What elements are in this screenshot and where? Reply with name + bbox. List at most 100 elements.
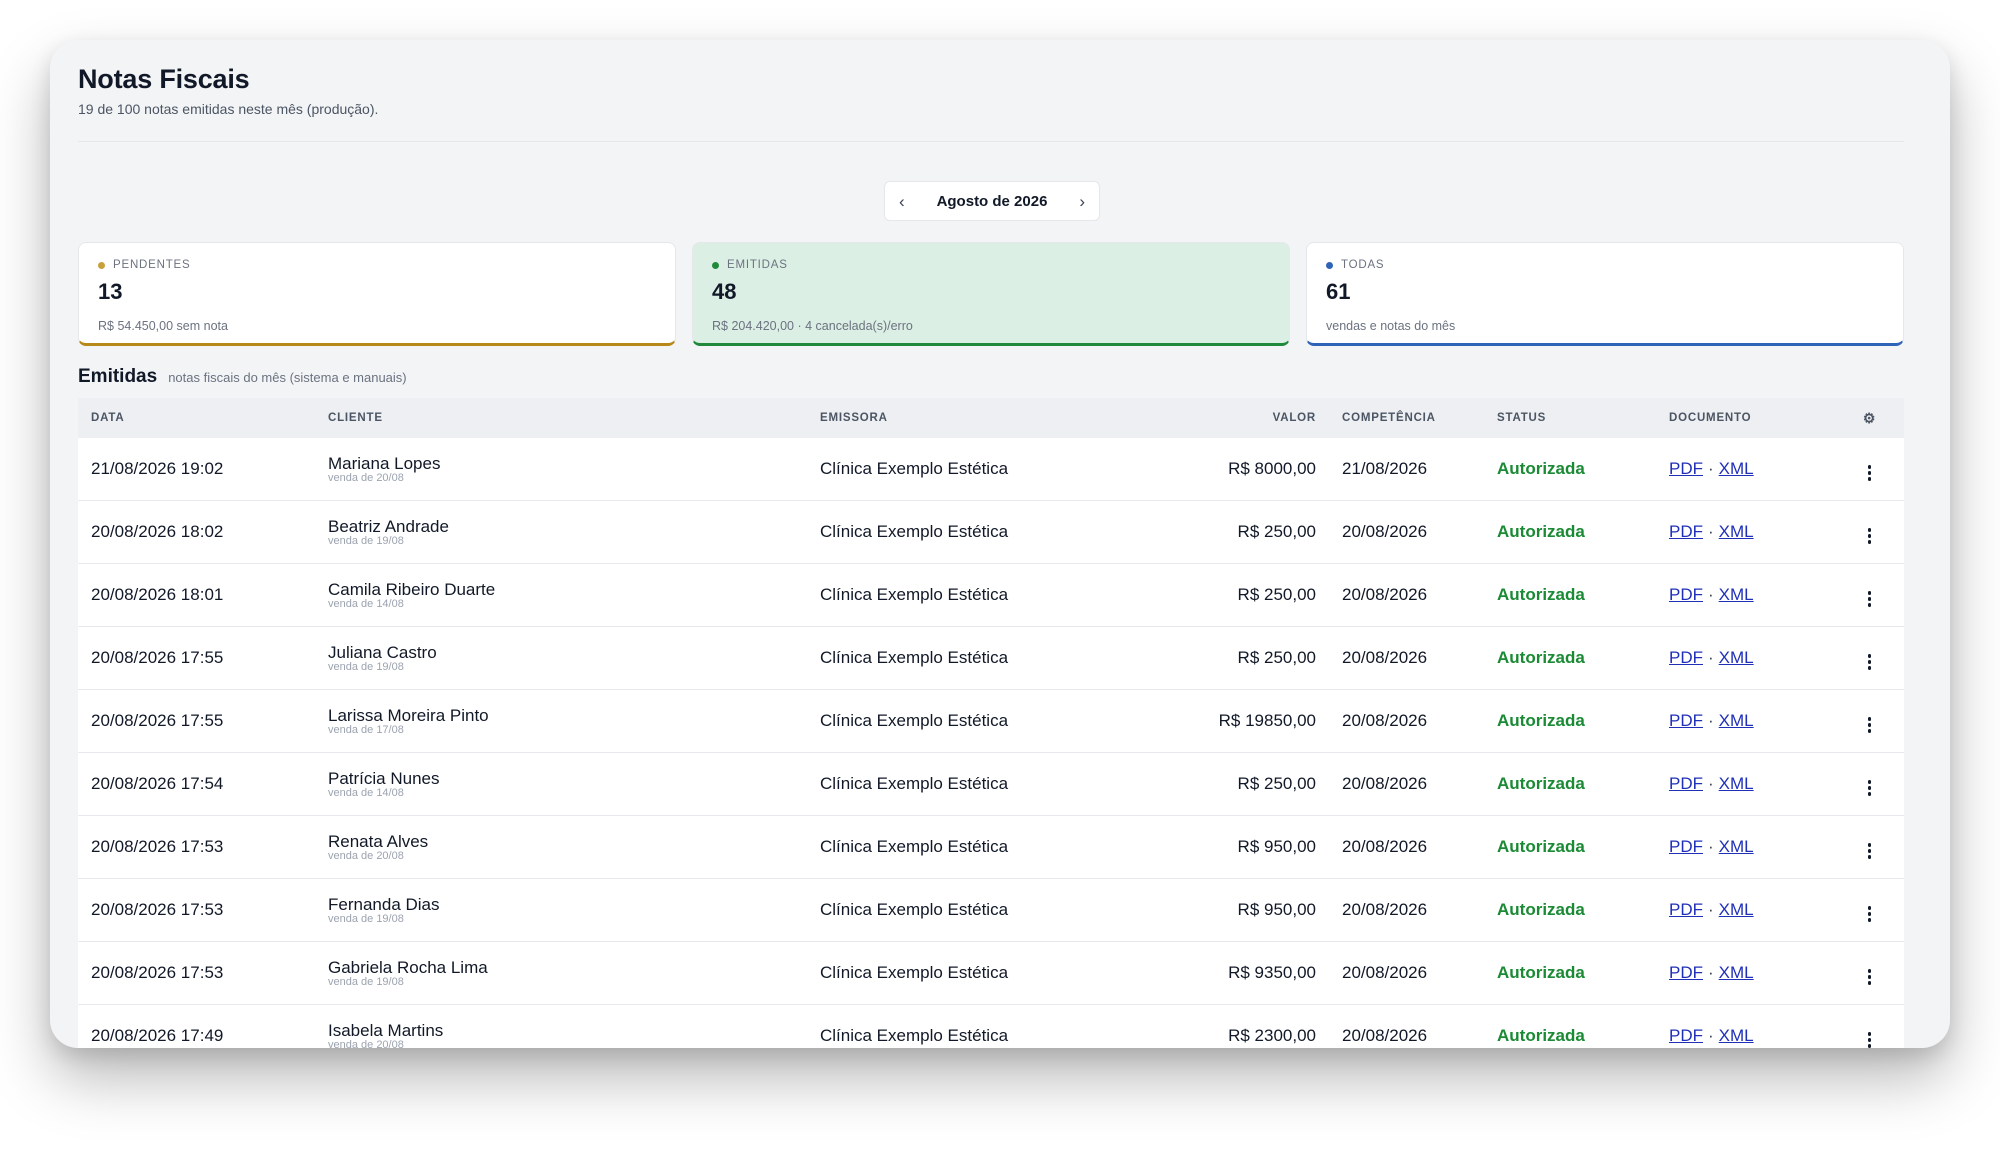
cell-competencia: 21/08/2026: [1342, 459, 1428, 478]
client-sale-date: venda de 14/08: [328, 786, 404, 799]
cell-client: Gabriela Rocha Lima venda de 19/08: [328, 958, 820, 988]
pdf-link[interactable]: PDF: [1669, 900, 1703, 919]
table-row[interactable]: 20/08/2026 17:55 Larissa Moreira Pinto ven…: [78, 690, 1904, 753]
cell-emissora: Clínica Exemplo Estética: [820, 522, 1009, 541]
xml-link[interactable]: XML: [1719, 585, 1754, 604]
page-subtitle: 19 de 100 notas emitidas neste mês (prod…: [78, 101, 379, 117]
cell-emissora: Clínica Exemplo Estética: [820, 711, 1009, 730]
client-name: Juliana Castro: [328, 642, 437, 662]
pdf-link[interactable]: PDF: [1669, 837, 1703, 856]
cell-client: Renata Alves venda de 20/08: [328, 832, 820, 862]
table-row[interactable]: 21/08/2026 19:02 Mariana Lopes venda de 20…: [78, 438, 1904, 501]
more-options-icon[interactable]: [1864, 713, 1876, 737]
cell-date: 20/08/2026 18:01: [91, 585, 224, 604]
card-subtext: vendas e notas do mês: [1326, 319, 1456, 333]
cell-documento: PDF · XML: [1669, 459, 1835, 479]
more-options-icon[interactable]: [1864, 776, 1876, 800]
section-subtitle: notas fiscais do mês (sistema e manuais): [168, 370, 407, 385]
card-emitidas[interactable]: EMITIDAS 48 R$ 204.420,00 · 4 cancelada(…: [692, 242, 1290, 346]
table-header: DATA CLIENTE EMISSORA VALOR COMPETÊNCIA …: [78, 398, 1904, 438]
chevron-right-icon[interactable]: ›: [1079, 193, 1085, 210]
cell-documento: PDF · XML: [1669, 900, 1835, 920]
client-name: Fernanda Dias: [328, 894, 440, 914]
table-row[interactable]: 20/08/2026 17:53 Renata Alves venda de 20/…: [78, 816, 1904, 879]
table-row[interactable]: 20/08/2026 18:01 Camila Ribeiro Duarte ven…: [78, 564, 1904, 627]
cell-competencia: 20/08/2026: [1342, 1026, 1428, 1045]
xml-link[interactable]: XML: [1719, 711, 1754, 730]
table-row[interactable]: 20/08/2026 17:53 Fernanda Dias venda de 19…: [78, 879, 1904, 942]
client-name: Mariana Lopes: [328, 453, 441, 473]
cell-client: Camila Ribeiro Duarte venda de 14/08: [328, 580, 820, 610]
pdf-link[interactable]: PDF: [1669, 774, 1703, 793]
xml-link[interactable]: XML: [1719, 900, 1754, 919]
link-separator: ·: [1708, 459, 1714, 478]
header-emissora[interactable]: EMISSORA: [820, 412, 1140, 424]
header-divider: [78, 141, 1904, 142]
header-status[interactable]: STATUS: [1497, 412, 1669, 424]
more-options-icon[interactable]: [1864, 1028, 1876, 1048]
client-sale-date: venda de 19/08: [328, 912, 404, 925]
header-data[interactable]: DATA: [78, 412, 328, 424]
card-pendentes[interactable]: PENDENTES 13 R$ 54.450,00 sem nota: [78, 242, 676, 346]
xml-link[interactable]: XML: [1719, 963, 1754, 982]
cell-date: 20/08/2026 17:55: [91, 648, 224, 667]
status-badge: Autorizada: [1497, 585, 1585, 604]
cell-actions: [1835, 769, 1904, 800]
cell-emissora: Clínica Exemplo Estética: [820, 585, 1009, 604]
cell-valor: R$ 8000,00: [1228, 459, 1316, 478]
cell-valor: R$ 19850,00: [1218, 711, 1316, 730]
xml-link[interactable]: XML: [1719, 774, 1754, 793]
chevron-left-icon[interactable]: ‹: [899, 193, 905, 210]
xml-link[interactable]: XML: [1719, 648, 1754, 667]
xml-link[interactable]: XML: [1719, 837, 1754, 856]
status-badge: Autorizada: [1497, 1026, 1585, 1045]
table-row[interactable]: 20/08/2026 17:55 Juliana Castro venda de 1…: [78, 627, 1904, 690]
pdf-link[interactable]: PDF: [1669, 522, 1703, 541]
cell-actions: [1835, 706, 1904, 737]
more-options-icon[interactable]: [1864, 965, 1876, 989]
pdf-link[interactable]: PDF: [1669, 585, 1703, 604]
more-options-icon[interactable]: [1864, 839, 1876, 863]
header-documento[interactable]: DOCUMENTO: [1669, 412, 1835, 424]
more-options-icon[interactable]: [1864, 461, 1876, 485]
cell-documento: PDF · XML: [1669, 522, 1835, 542]
table-row[interactable]: 20/08/2026 17:49 Isabela Martins venda de …: [78, 1005, 1904, 1048]
table-row[interactable]: 20/08/2026 17:53 Gabriela Rocha Lima venda…: [78, 942, 1904, 1005]
month-label[interactable]: Agosto de 2026: [937, 193, 1048, 210]
pdf-link[interactable]: PDF: [1669, 459, 1703, 478]
table-body: 21/08/2026 19:02 Mariana Lopes venda de 20…: [78, 438, 1904, 1048]
pdf-link[interactable]: PDF: [1669, 648, 1703, 667]
page-title: Notas Fiscais: [78, 64, 250, 94]
app-window: Notas Fiscais 19 de 100 notas emitidas n…: [50, 40, 1950, 1048]
xml-link[interactable]: XML: [1719, 1026, 1754, 1045]
header-cliente[interactable]: CLIENTE: [328, 412, 820, 424]
pdf-link[interactable]: PDF: [1669, 963, 1703, 982]
pdf-link[interactable]: PDF: [1669, 1026, 1703, 1045]
more-options-icon[interactable]: [1864, 587, 1876, 611]
cell-emissora: Clínica Exemplo Estética: [820, 774, 1009, 793]
table-row[interactable]: 20/08/2026 18:02 Beatriz Andrade venda de …: [78, 501, 1904, 564]
cell-date: 20/08/2026 17:53: [91, 963, 224, 982]
header-competencia[interactable]: COMPETÊNCIA: [1318, 412, 1497, 424]
more-options-icon[interactable]: [1864, 902, 1876, 926]
cell-valor: R$ 250,00: [1237, 774, 1316, 793]
table-row[interactable]: 20/08/2026 17:54 Patrícia Nunes venda de 1…: [78, 753, 1904, 816]
card-todas[interactable]: TODAS 61 vendas e notas do mês: [1306, 242, 1904, 346]
card-label: TODAS: [1341, 259, 1385, 271]
status-badge: Autorizada: [1497, 900, 1585, 919]
gear-icon[interactable]: ⚙: [1863, 410, 1876, 426]
cell-competencia: 20/08/2026: [1342, 900, 1428, 919]
xml-link[interactable]: XML: [1719, 522, 1754, 541]
more-options-icon[interactable]: [1864, 650, 1876, 674]
cell-emissora: Clínica Exemplo Estética: [820, 900, 1009, 919]
cell-actions: [1835, 517, 1904, 548]
header-valor[interactable]: VALOR: [1140, 412, 1318, 424]
pdf-link[interactable]: PDF: [1669, 711, 1703, 730]
link-separator: ·: [1708, 648, 1714, 667]
link-separator: ·: [1708, 774, 1714, 793]
link-separator: ·: [1708, 963, 1714, 982]
xml-link[interactable]: XML: [1719, 459, 1754, 478]
status-badge: Autorizada: [1497, 459, 1585, 478]
more-options-icon[interactable]: [1864, 524, 1876, 548]
link-separator: ·: [1708, 585, 1714, 604]
